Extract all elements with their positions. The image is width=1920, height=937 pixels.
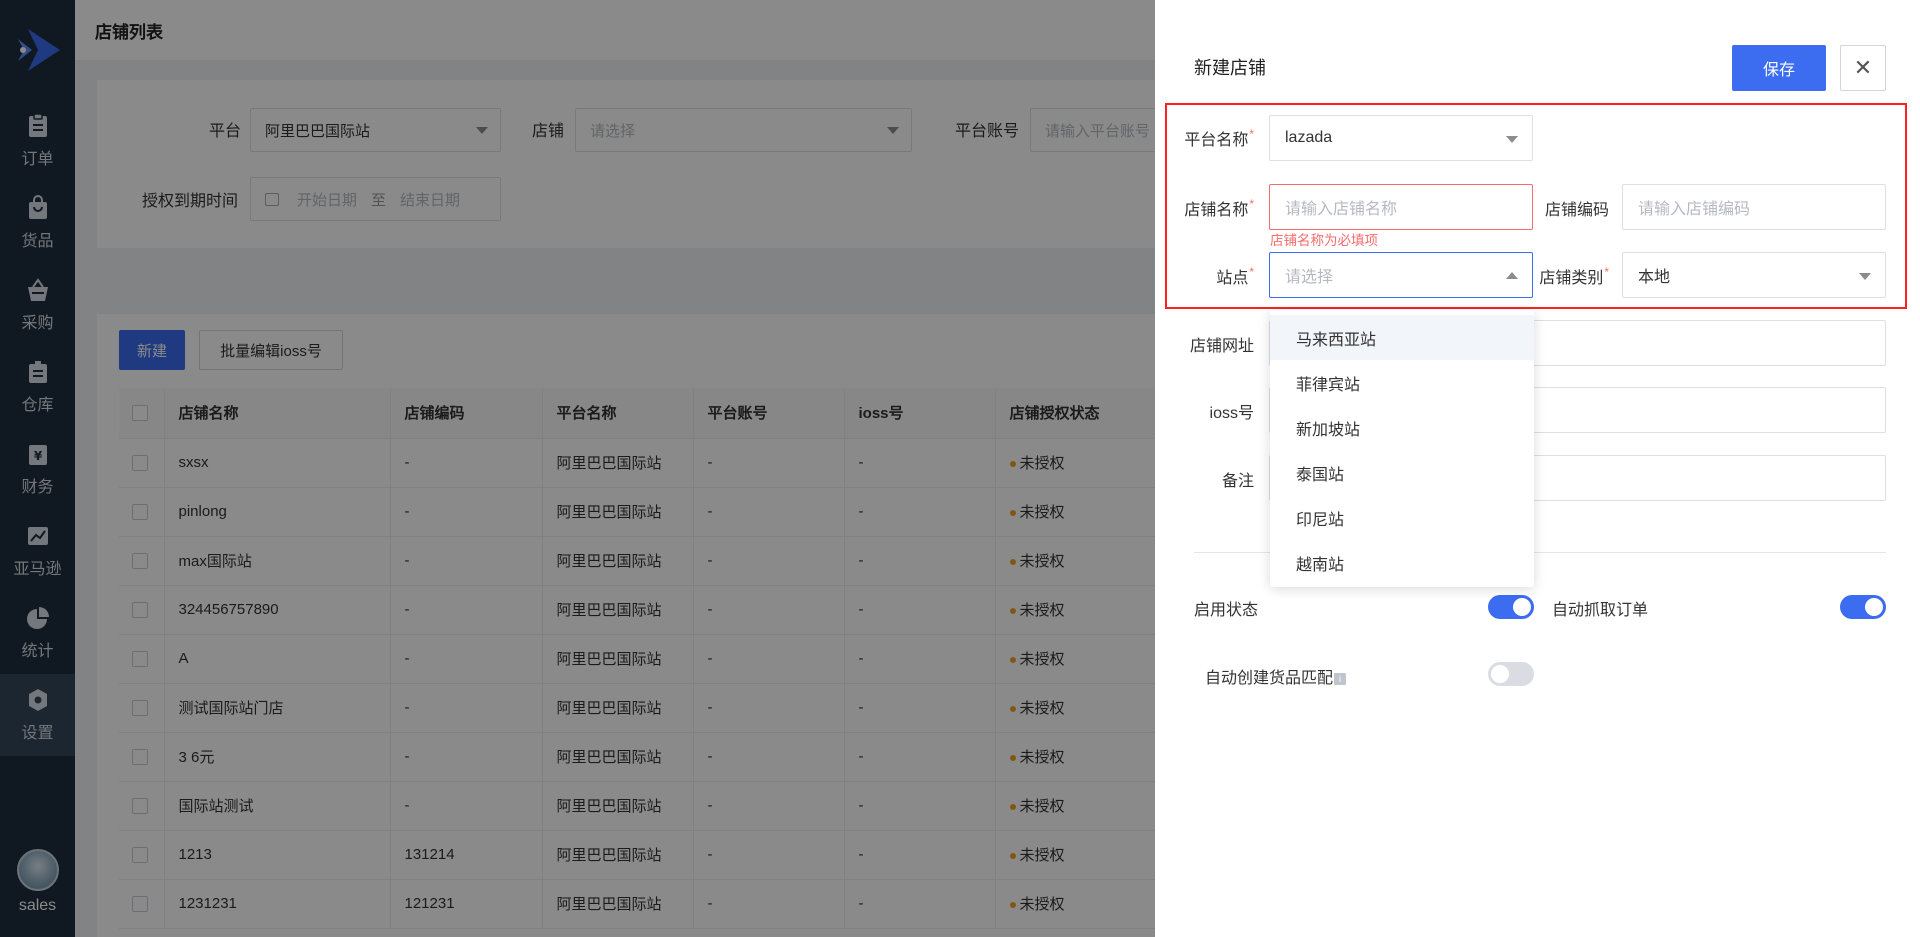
chevron-down-icon [1859, 273, 1871, 280]
required-mark: * [1249, 197, 1254, 211]
close-icon: ✕ [1853, 55, 1873, 80]
shop-name-error: 店铺名称为必填项 [1270, 233, 1378, 248]
shop-category-label: 店铺类别* [1529, 264, 1609, 288]
required-mark: * [1249, 265, 1254, 279]
platform-name-select[interactable]: lazada [1269, 115, 1533, 161]
remark-label: 备注 [1221, 473, 1254, 490]
shop-category-select[interactable]: 本地 [1622, 252, 1886, 298]
label-text: 自动创建货品匹配 [1205, 670, 1334, 687]
ioss-label: ioss号 [1209, 405, 1254, 422]
label-text: 店铺类别 [1539, 270, 1604, 287]
site-placeholder: 请选择 [1285, 269, 1334, 286]
label-text: 站点 [1216, 270, 1249, 287]
site-label: 站点* [1174, 264, 1254, 288]
site-dropdown: 马来西亚站 菲律宾站 新加坡站 泰国站 印尼站 越南站 [1270, 310, 1534, 587]
shop-code-placeholder: 请输入店铺编码 [1638, 201, 1751, 218]
chevron-down-icon [1506, 136, 1518, 143]
dropdown-option[interactable]: 菲律宾站 [1270, 360, 1534, 405]
auto-fetch-orders-toggle[interactable] [1840, 595, 1886, 619]
save-button[interactable]: 保存 [1732, 45, 1826, 91]
auto-fetch-orders-label: 自动抓取订单 [1552, 602, 1649, 619]
dropdown-option[interactable]: 马来西亚站 [1270, 315, 1534, 360]
enable-status-toggle[interactable] [1488, 595, 1534, 619]
close-button[interactable]: ✕ [1840, 45, 1886, 91]
dropdown-option[interactable]: 新加坡站 [1270, 405, 1534, 450]
dropdown-option[interactable]: 印尼站 [1270, 495, 1534, 540]
drawer-title: 新建店铺 [1194, 58, 1266, 78]
shop-code-label: 店铺编码 [1544, 202, 1609, 219]
shop-category-value: 本地 [1638, 269, 1671, 286]
toggle-knob [1491, 665, 1509, 683]
label-text: 平台名称 [1184, 132, 1249, 149]
platform-name-label: 平台名称* [1174, 126, 1254, 150]
shop-code-input[interactable]: 请输入店铺编码 [1622, 184, 1886, 230]
chevron-up-icon [1506, 272, 1518, 279]
toggle-knob [1865, 598, 1883, 616]
shop-name-placeholder: 请输入店铺名称 [1285, 201, 1398, 218]
required-mark: * [1604, 265, 1609, 279]
site-select[interactable]: 请选择 [1269, 252, 1533, 298]
info-icon[interactable]: i [1334, 672, 1347, 685]
label-text: 店铺名称 [1184, 202, 1249, 219]
required-mark: * [1249, 127, 1254, 141]
auto-match-toggle[interactable] [1488, 662, 1534, 686]
shop-url-label: 店铺网址 [1189, 338, 1254, 355]
modal-overlay[interactable] [0, 0, 1155, 937]
platform-name-value: lazada [1285, 129, 1333, 146]
shop-name-label: 店铺名称* [1174, 196, 1254, 220]
dropdown-option[interactable]: 泰国站 [1270, 450, 1534, 495]
enable-status-label: 启用状态 [1194, 602, 1259, 619]
dropdown-option[interactable]: 越南站 [1270, 540, 1534, 585]
toggle-knob [1513, 598, 1531, 616]
auto-match-label: 自动创建货品匹配 i [1205, 664, 1347, 688]
shop-name-input[interactable]: 请输入店铺名称 [1269, 184, 1533, 230]
